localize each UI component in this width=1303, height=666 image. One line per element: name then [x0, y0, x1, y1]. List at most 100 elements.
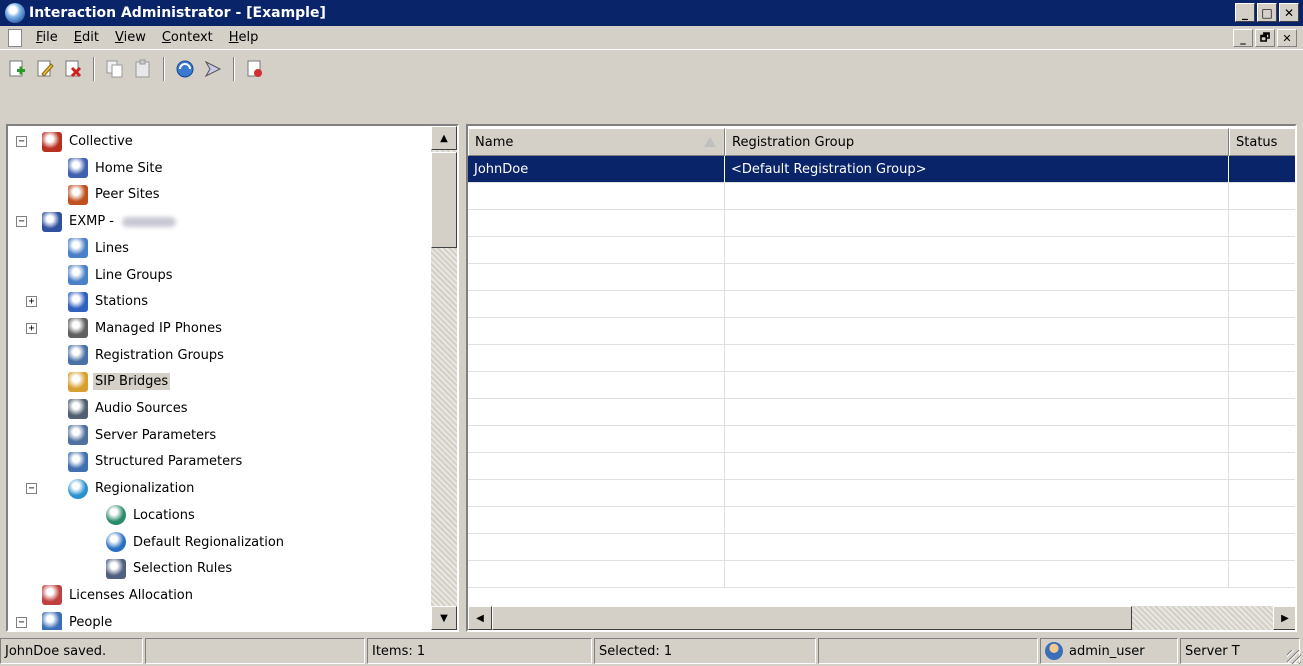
home-site-icon	[68, 158, 88, 179]
column-header-name[interactable]: Name	[468, 128, 725, 156]
table-row[interactable]: JohnDoe <Default Registration Group>	[468, 156, 1295, 183]
new-icon	[9, 60, 25, 77]
user-icon	[1045, 642, 1063, 660]
empty-cell	[725, 318, 1229, 345]
empty-cell	[725, 264, 1229, 291]
empty-cell	[468, 453, 725, 480]
tree-node-home-site[interactable]: Home Site	[68, 155, 164, 182]
tree-node-selection-rules[interactable]: Selection Rules	[106, 555, 234, 582]
collapse-icon[interactable]: −	[16, 136, 27, 147]
empty-table-row	[468, 561, 1295, 588]
locations-icon	[106, 505, 126, 526]
collapse-icon[interactable]: −	[16, 616, 27, 628]
edit-button[interactable]	[32, 56, 58, 82]
collapse-icon[interactable]: −	[16, 216, 27, 228]
tree-node-exmp[interactable]: − EXMP -	[16, 208, 176, 235]
licenses-icon	[42, 585, 62, 606]
tree-node-managed-ip-phones[interactable]: + Managed IP Phones	[26, 315, 224, 342]
horizontal-scroll-thumb[interactable]	[492, 606, 1132, 630]
tree-node-registration-groups[interactable]: Registration Groups	[68, 342, 226, 369]
menu-help[interactable]: Help	[221, 30, 267, 45]
connect-icon	[204, 60, 222, 78]
empty-cell	[1229, 426, 1295, 453]
minimize-button[interactable]: _	[1235, 3, 1255, 22]
menu-file[interactable]: File	[28, 30, 66, 45]
empty-cell	[725, 507, 1229, 534]
maximize-button[interactable]: □	[1257, 3, 1277, 22]
scroll-down-arrow[interactable]: ▼	[431, 606, 457, 630]
tree-node-locations[interactable]: Locations	[106, 502, 197, 529]
empty-table-row	[468, 210, 1295, 237]
menu-view[interactable]: View	[107, 30, 154, 45]
line-groups-icon	[68, 265, 88, 285]
tree-node-label: Default Regionalization	[133, 534, 285, 550]
menu-edit[interactable]: Edit	[66, 30, 107, 45]
tree-node-server-parameters[interactable]: Server Parameters	[68, 422, 218, 449]
structured-parameters-icon	[68, 451, 88, 472]
tree-node-collective[interactable]: − Collective	[16, 128, 135, 155]
document-icon[interactable]	[8, 28, 22, 47]
empty-cell	[1229, 480, 1295, 507]
delete-button[interactable]	[60, 56, 86, 82]
tree-node-sip-bridges[interactable]: SIP Bridges	[68, 368, 171, 395]
mdi-restore-button[interactable]: 🗗	[1255, 29, 1275, 47]
column-header-status[interactable]: Status	[1229, 128, 1295, 156]
menu-context[interactable]: Context	[154, 30, 221, 45]
empty-table-row	[468, 426, 1295, 453]
empty-cell	[468, 237, 725, 264]
empty-cell	[468, 318, 725, 345]
mdi-close-button[interactable]: ✕	[1277, 29, 1297, 47]
empty-cell	[468, 183, 725, 210]
expand-icon[interactable]: +	[26, 296, 37, 308]
column-header-registration-group[interactable]: Registration Group	[725, 128, 1229, 156]
status-items-count: Items: 1	[367, 638, 592, 664]
mdi-minimize-button[interactable]: _	[1233, 29, 1253, 47]
list-header: Name Registration Group Status	[468, 128, 1295, 156]
title-bar[interactable]: Interaction Administrator - [Example] _ …	[0, 0, 1303, 26]
tree-node-label: Structured Parameters	[95, 454, 243, 470]
tree-node-licenses-allocation[interactable]: Licenses Allocation	[42, 582, 195, 609]
resize-grip[interactable]	[1287, 650, 1301, 664]
copy-button[interactable]	[102, 56, 128, 82]
empty-cell	[1229, 507, 1295, 534]
empty-cell	[725, 426, 1229, 453]
new-button[interactable]	[4, 56, 30, 82]
connect-button[interactable]	[200, 56, 226, 82]
navigation-tree[interactable]: − Collective Home Site Peer Sites − EXMP - Lin…	[6, 124, 459, 632]
expand-icon[interactable]: +	[26, 322, 37, 334]
close-button[interactable]: ✕	[1279, 3, 1299, 22]
sip-bridges-list[interactable]: Name Registration Group Status JohnDoe <D…	[466, 124, 1297, 632]
tree-node-lines[interactable]: Lines	[68, 235, 131, 262]
peer-sites-icon	[68, 184, 88, 205]
empty-cell	[1229, 291, 1295, 318]
empty-table-row	[468, 399, 1295, 426]
scroll-right-arrow[interactable]: ▶	[1273, 606, 1295, 630]
empty-cell	[468, 345, 725, 372]
tree-node-structured-parameters[interactable]: Structured Parameters	[68, 448, 244, 475]
scroll-thumb[interactable]	[431, 152, 457, 248]
tree-node-default-regionalization[interactable]: Default Regionalization	[106, 529, 286, 556]
refresh-icon	[176, 60, 194, 78]
empty-cell	[468, 507, 725, 534]
collapse-icon[interactable]: −	[26, 483, 37, 495]
tree-node-regionalization[interactable]: − Regionalization	[26, 475, 196, 502]
tree-node-peer-sites[interactable]: Peer Sites	[68, 181, 162, 208]
empty-cell	[1229, 534, 1295, 561]
tree-node-stations[interactable]: + Stations	[26, 288, 150, 315]
refresh-button[interactable]	[172, 56, 198, 82]
scroll-left-arrow[interactable]: ◀	[468, 606, 492, 630]
empty-table-row	[468, 453, 1295, 480]
toolbar-separator	[93, 57, 95, 81]
tree-node-label: Managed IP Phones	[95, 320, 222, 336]
toolbar-separator	[163, 57, 165, 81]
scroll-up-arrow[interactable]: ▲	[431, 126, 457, 150]
properties-button[interactable]	[242, 56, 268, 82]
tree-node-line-groups[interactable]: Line Groups	[68, 262, 175, 289]
tree-node-audio-sources[interactable]: Audio Sources	[68, 395, 190, 422]
paste-button[interactable]	[130, 56, 156, 82]
empty-cell	[468, 426, 725, 453]
tree-vertical-scrollbar[interactable]: ▲ ▼	[431, 126, 457, 630]
window-title: Interaction Administrator - [Example]	[29, 5, 326, 21]
list-horizontal-scrollbar[interactable]: ◀ ▶	[468, 606, 1295, 630]
tree-node-people[interactable]: − People	[16, 609, 114, 630]
